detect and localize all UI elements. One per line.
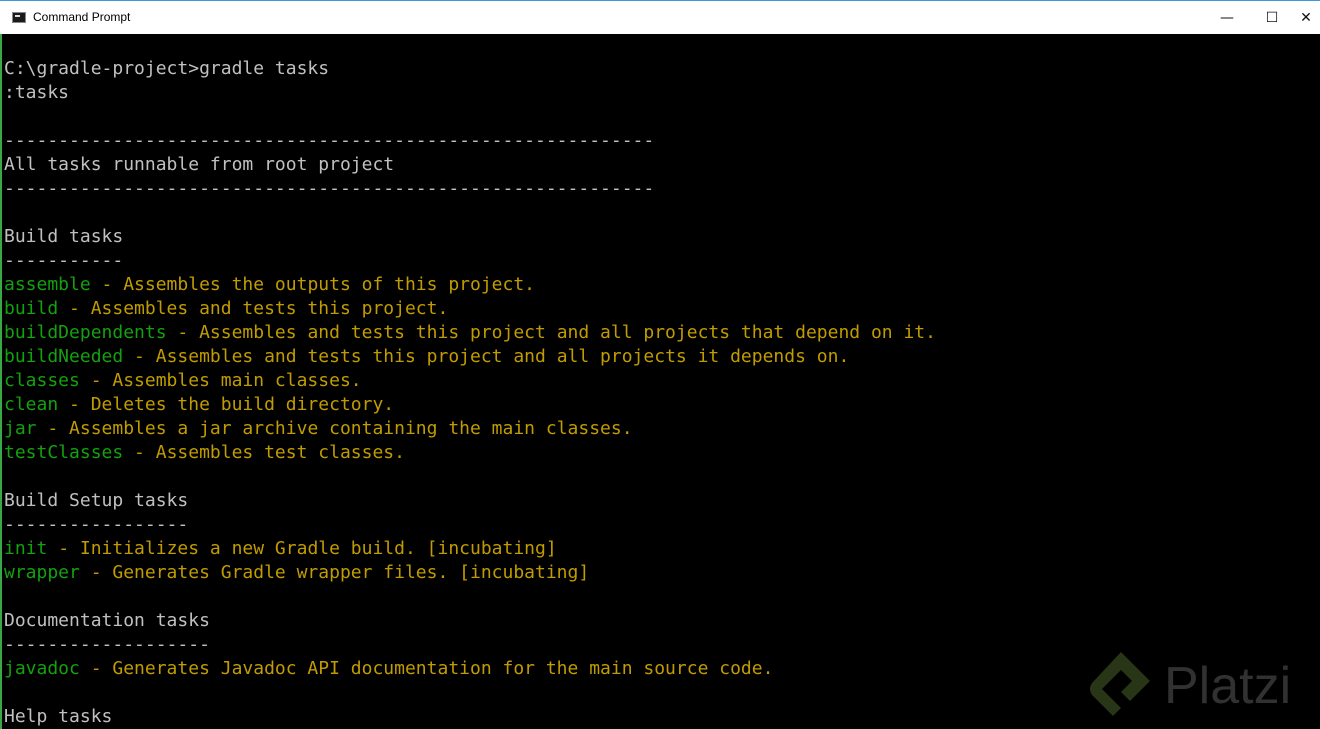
task-description: - Assembles test classes.: [123, 442, 405, 463]
console-output[interactable]: C:\gradle-project>gradle tasks :tasks --…: [0, 34, 1320, 729]
task-row: testClasses - Assembles test classes.: [4, 441, 936, 465]
report-header: All tasks runnable from root project: [4, 154, 395, 175]
task-row: classes - Assembles main classes.: [4, 369, 936, 393]
group-title: Help tasks: [4, 706, 113, 727]
task-name: init: [4, 538, 48, 559]
task-name: wrapper: [4, 562, 80, 583]
task-row: jar - Assembles a jar archive containing…: [4, 417, 936, 441]
platzi-watermark: Platzi: [1086, 648, 1320, 724]
task-row: buildDependents - Assembles and tests th…: [4, 321, 936, 345]
task-row: assemble - Assembles the outputs of this…: [4, 273, 936, 297]
task-name: assemble: [4, 274, 91, 295]
task-description: - Assembles and tests this project and a…: [166, 322, 936, 343]
task-description: - Assembles main classes.: [79, 370, 362, 391]
console-lines: C:\gradle-project>gradle tasks :tasks --…: [4, 57, 936, 729]
group-underline: -------------------: [4, 634, 210, 655]
task-row: init - Initializes a new Gradle build. […: [4, 537, 936, 561]
group-title: Documentation tasks: [4, 610, 210, 631]
task-description: - Initializes a new Gradle build. [incub…: [47, 538, 557, 559]
maximize-icon: ☐: [1265, 9, 1279, 26]
close-icon: ✕: [1300, 9, 1312, 26]
close-button[interactable]: ✕: [1292, 1, 1320, 34]
task-description: - Deletes the build directory.: [58, 394, 395, 415]
task-description: - Generates Gradle wrapper files. [incub…: [79, 562, 590, 583]
platzi-logo-icon: [1090, 652, 1150, 716]
task-description: - Assembles the outputs of this project.: [90, 274, 536, 295]
console-icon[interactable]: [12, 12, 26, 23]
minimize-button[interactable]: —: [1204, 1, 1250, 34]
task-line: :tasks: [4, 82, 70, 103]
task-name: testClasses: [4, 442, 124, 463]
task-row: build - Assembles and tests this project…: [4, 297, 936, 321]
task-name: buildNeeded: [4, 346, 124, 367]
task-name: jar: [4, 418, 37, 439]
task-row: wrapper - Generates Gradle wrapper files…: [4, 561, 936, 585]
window-title: Command Prompt: [33, 10, 131, 24]
prompt-line: C:\gradle-project>gradle tasks: [4, 58, 330, 79]
task-description: - Assembles and tests this project.: [58, 298, 449, 319]
task-name: classes: [4, 370, 80, 391]
group-underline: -----------------: [4, 514, 189, 535]
task-row: clean - Deletes the build directory.: [4, 393, 936, 417]
watermark-text: Platzi: [1164, 657, 1292, 715]
task-name: javadoc: [4, 658, 80, 679]
group-title: Build Setup tasks: [4, 490, 189, 511]
title-bar: Command Prompt — ☐ ✕: [0, 0, 1320, 34]
minimize-icon: —: [1220, 9, 1234, 26]
separator-line: ----------------------------------------…: [4, 130, 655, 151]
group-underline: -----------: [4, 250, 124, 271]
task-row: javadoc - Generates Javadoc API document…: [4, 657, 936, 681]
task-name: buildDependents: [4, 322, 167, 343]
task-row: buildNeeded - Assembles and tests this p…: [4, 345, 936, 369]
task-name: build: [4, 298, 59, 319]
task-name: clean: [4, 394, 59, 415]
task-description: - Generates Javadoc API documentation fo…: [79, 658, 774, 679]
task-description: - Assembles and tests this project and a…: [123, 346, 850, 367]
separator-line: ----------------------------------------…: [4, 178, 655, 199]
maximize-button[interactable]: ☐: [1249, 1, 1295, 34]
task-description: - Assembles a jar archive containing the…: [36, 418, 633, 439]
group-title: Build tasks: [4, 226, 124, 247]
